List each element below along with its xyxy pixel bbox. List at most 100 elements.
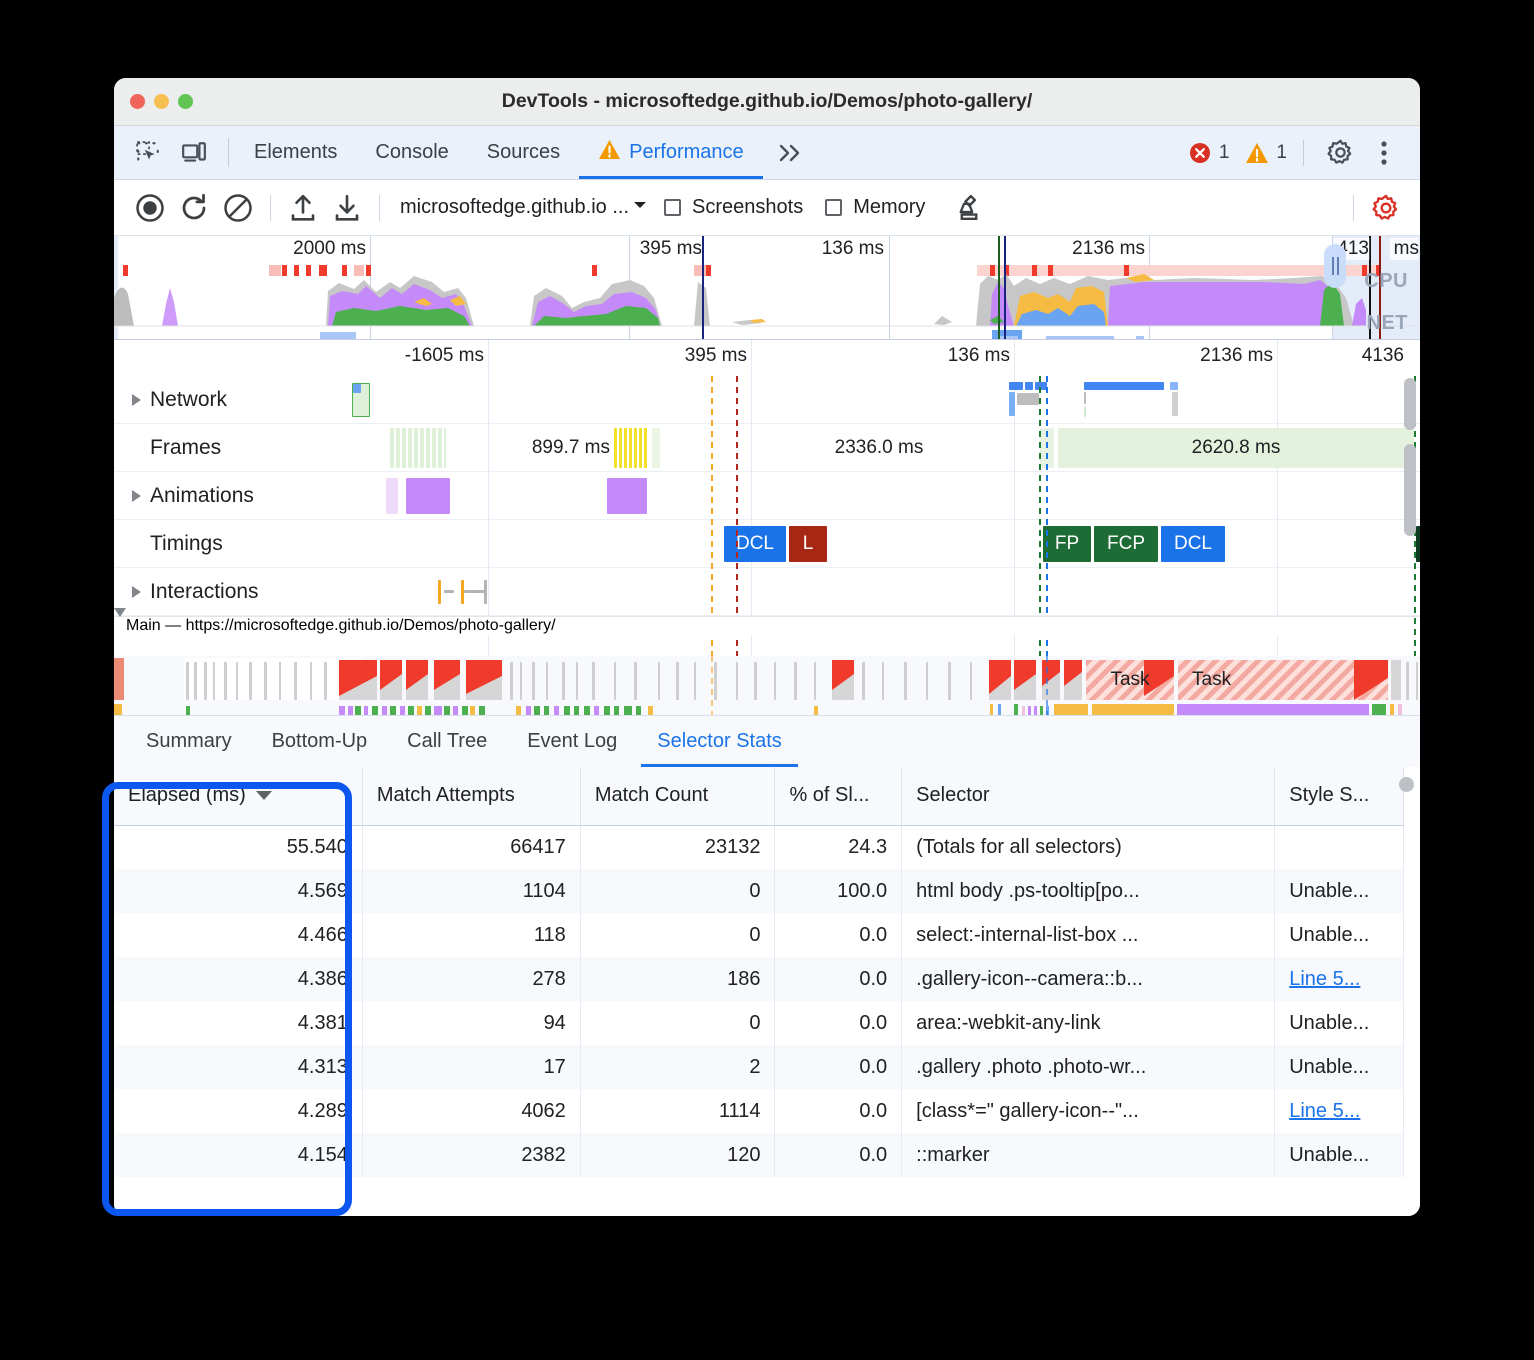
error-counter[interactable]: 1 <box>1188 141 1230 165</box>
main-guide-dcl2 <box>1046 656 1048 715</box>
tab-console[interactable]: Console <box>356 126 467 179</box>
overview-resize-handle[interactable] <box>1324 244 1346 288</box>
tab-performance[interactable]: Performance <box>579 126 763 179</box>
timing-marker-dcl-2[interactable]: DCL <box>1161 526 1225 562</box>
track-timings[interactable]: Timings DCL L FP FCP DCL LCP L <box>114 520 1420 568</box>
track-interactions[interactable]: Interactions <box>114 568 1420 616</box>
memory-checkbox[interactable]: Memory <box>825 196 925 219</box>
animation-bar[interactable] <box>406 478 450 514</box>
record-circle-icon[interactable] <box>128 186 172 230</box>
frame-strip[interactable] <box>652 428 660 468</box>
tab-summary[interactable]: Summary <box>126 716 252 767</box>
close-window-button[interactable] <box>130 94 145 109</box>
table-row[interactable]: 4.386 278 186 0.0 .gallery-icon--camera:… <box>114 957 1404 1001</box>
cell-style-sheet-link[interactable]: Line 5... <box>1275 1089 1404 1133</box>
column-header-match-count[interactable]: Match Count <box>580 767 775 825</box>
track-animations-header[interactable]: Animations <box>132 472 282 519</box>
timing-marker-dcl[interactable]: DCL <box>724 526 786 562</box>
kebab-menu-icon[interactable] <box>1364 133 1404 173</box>
column-header-pct-slow[interactable]: % of Sl... <box>775 767 902 825</box>
tab-bottom-up[interactable]: Bottom-Up <box>252 716 388 767</box>
network-request-bar[interactable] <box>1172 392 1178 416</box>
timing-marker-fcp[interactable]: FCP <box>1094 526 1158 562</box>
timeline-tracks[interactable]: -1605 ms 395 ms 136 ms 2136 ms 4136 Netw… <box>114 340 1420 715</box>
zoom-window-button[interactable] <box>178 94 193 109</box>
frame-strip[interactable] <box>390 428 446 468</box>
table-row[interactable]: 55.540 66417 23132 24.3 (Totals for all … <box>114 825 1404 869</box>
gear-icon[interactable] <box>1320 133 1360 173</box>
table-row[interactable]: 4.569 1104 0 100.0 html body .ps-tooltip… <box>114 869 1404 913</box>
track-main-header[interactable]: Main — https://microsoftedge.github.io/D… <box>114 616 1420 656</box>
tracks-scrollbar-thumb[interactable] <box>1404 444 1416 536</box>
table-row[interactable]: 4.154 2382 120 0.0 ::marker Unable... <box>114 1133 1404 1177</box>
main-task-label-1[interactable]: Task <box>1086 660 1174 700</box>
interaction-marker[interactable] <box>438 580 441 604</box>
device-toolbar-icon[interactable] <box>174 133 214 173</box>
expand-triangle-icon[interactable] <box>132 490 141 502</box>
track-interactions-header[interactable]: Interactions <box>132 568 287 615</box>
interaction-marker[interactable] <box>464 590 486 593</box>
table-row[interactable]: 4.289 4062 1114 0.0 [class*=" gallery-ic… <box>114 1089 1404 1133</box>
column-header-elapsed[interactable]: Elapsed (ms) <box>114 767 362 825</box>
warning-counter[interactable]: 1 <box>1245 142 1287 164</box>
track-frames[interactable]: Frames 899.7 ms 2336.0 ms 2620.8 ms <box>114 424 1420 472</box>
tab-sources[interactable]: Sources <box>468 126 579 179</box>
tab-elements-label: Elements <box>254 141 337 164</box>
tab-selector-stats[interactable]: Selector Stats <box>637 716 802 767</box>
timing-marker-lcp[interactable]: LCP <box>1416 526 1420 562</box>
column-header-style-sheet[interactable]: Style S... <box>1275 767 1404 825</box>
main-recalc-label-short[interactable]: R...s <box>1092 704 1174 715</box>
track-animations[interactable]: Animations <box>114 472 1420 520</box>
column-header-match-attempts[interactable]: Match Attempts <box>362 767 580 825</box>
tracks-scrollbar-thumb-top[interactable] <box>1404 378 1416 430</box>
tab-call-tree[interactable]: Call Tree <box>387 716 507 767</box>
table-row[interactable]: 4.381 94 0 0.0 area:-webkit-any-link Una… <box>114 1001 1404 1045</box>
main-recalc-label[interactable]: Recalcu... Style <box>1177 704 1369 715</box>
tab-elements[interactable]: Elements <box>235 126 356 179</box>
table-scrollbar-thumb[interactable] <box>1399 777 1414 792</box>
clear-recording-icon[interactable] <box>216 186 260 230</box>
main-task-label-2[interactable]: Task <box>1178 660 1388 700</box>
network-request-bar[interactable] <box>353 384 361 393</box>
download-profile-icon[interactable] <box>325 186 369 230</box>
elapsed-sort-control[interactable]: Elapsed (ms) <box>128 784 348 807</box>
upload-profile-icon[interactable] <box>281 186 325 230</box>
column-header-selector[interactable]: Selector <box>902 767 1275 825</box>
network-request-bar[interactable] <box>1170 382 1178 390</box>
network-request-bar[interactable] <box>1009 392 1015 416</box>
timing-marker-fp[interactable]: FP <box>1043 526 1091 562</box>
network-request-bar[interactable] <box>1017 393 1039 405</box>
profile-url-select[interactable]: microsoftedge.github.io ... <box>400 196 648 219</box>
cell-style-sheet-link[interactable]: Line 5... <box>1275 957 1404 1001</box>
table-row[interactable]: 4.466 118 0 0.0 select:-internal-list-bo… <box>114 913 1404 957</box>
selector-stats-table-wrap[interactable]: Elapsed (ms) Match Attempts Match Count … <box>114 767 1420 1216</box>
timeline-overview[interactable]: 2000 ms 395 ms 136 ms 2136 ms 413 ms CPU… <box>114 236 1420 340</box>
frame-strip[interactable] <box>614 428 648 468</box>
collect-garbage-icon[interactable] <box>947 186 991 230</box>
interaction-marker[interactable] <box>484 580 487 604</box>
track-network[interactable]: Network <box>114 376 1420 424</box>
track-network-header[interactable]: Network <box>132 376 255 423</box>
main-thread-flamechart[interactable]: Task Task R...s Recalcu... Style <box>114 656 1420 715</box>
tab-event-log[interactable]: Event Log <box>507 716 637 767</box>
track-main-header-inner[interactable]: Main — https://microsoftedge.github.io/D… <box>114 617 1420 635</box>
network-request-bar[interactable] <box>1084 392 1164 404</box>
timing-marker-l[interactable]: L <box>789 526 827 562</box>
collapse-triangle-icon[interactable] <box>114 608 126 640</box>
expand-triangle-icon[interactable] <box>132 586 141 598</box>
minimize-window-button[interactable] <box>154 94 169 109</box>
table-row[interactable]: 4.313 17 2 0.0 .gallery .photo .photo-wr… <box>114 1045 1404 1089</box>
more-tabs-button[interactable] <box>763 126 819 179</box>
interaction-marker[interactable] <box>444 590 454 593</box>
inspect-element-icon[interactable] <box>128 133 168 173</box>
animation-bar[interactable] <box>386 478 398 514</box>
network-request-bar[interactable] <box>1009 382 1023 390</box>
network-request-bar[interactable] <box>1084 406 1164 417</box>
expand-triangle-icon[interactable] <box>132 394 141 406</box>
network-request-bar[interactable] <box>1084 382 1164 390</box>
reload-record-icon[interactable] <box>172 186 216 230</box>
capture-settings-gear-icon[interactable] <box>1364 186 1408 230</box>
network-request-bar[interactable] <box>1025 382 1033 390</box>
screenshots-checkbox[interactable]: Screenshots <box>664 196 803 219</box>
animation-bar[interactable] <box>607 478 647 514</box>
